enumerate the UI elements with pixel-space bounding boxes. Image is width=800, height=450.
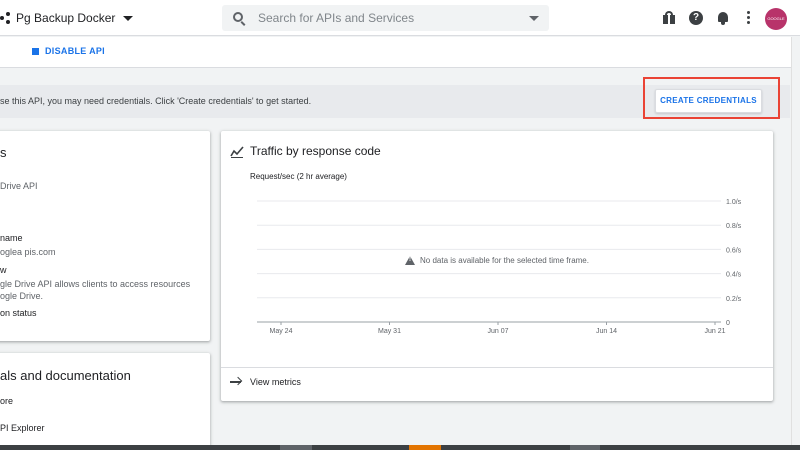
docs-link-learn-more[interactable]: ore: [0, 396, 13, 406]
chevron-down-icon: [123, 15, 134, 21]
activation-status-label: on status: [0, 308, 37, 318]
view-metrics-label: View metrics: [250, 377, 301, 387]
x-tick-label: Jun 07: [487, 328, 508, 335]
stop-square-icon: [32, 47, 39, 55]
y-tick-label: 0.2/s: [726, 296, 742, 303]
top-bar: Pg Backup Docker ? GOOGLE: [0, 0, 800, 36]
traffic-chart: 1.0/s 0.8/s 0.6/s 0.4/s 0.2/s 0 May 24 May 31 Ju…: [257, 199, 742, 335]
search-icon: [233, 12, 243, 22]
service-name-label: name: [0, 233, 23, 243]
notifications-bell-icon[interactable]: [716, 11, 730, 25]
search-input[interactable]: [258, 9, 518, 27]
avatar[interactable]: GOOGLE: [765, 8, 787, 30]
api-details-card: s Drive API name oglea pis.com w gle Dri…: [0, 131, 210, 341]
project-selector[interactable]: Pg Backup Docker: [0, 8, 134, 28]
vertical-scrollbar[interactable]: [791, 37, 800, 445]
x-tick-label: May 24: [270, 328, 293, 335]
x-tick-label: Jun 21: [704, 328, 725, 335]
y-tick-label: 0.4/s: [726, 272, 742, 279]
search-bar[interactable]: [222, 5, 549, 31]
warning-icon: [405, 256, 415, 265]
docs-card-title: als and documentation: [0, 368, 131, 383]
banner-text: se this API, you may need credentials. C…: [0, 96, 312, 106]
project-name: Pg Backup Docker: [16, 11, 116, 25]
disable-api-label: DISABLE API: [45, 46, 105, 56]
tutorials-docs-card: als and documentation ore PI Explorer: [0, 353, 210, 450]
overview-label: w: [0, 265, 7, 275]
view-metrics-link[interactable]: View metrics: [230, 376, 301, 387]
y-tick-label: 0.8/s: [726, 223, 742, 230]
y-tick-label: 1.0/s: [726, 199, 742, 206]
service-name-value: oglea pis.com: [0, 247, 56, 257]
taskbar-item-active[interactable]: [409, 445, 441, 450]
card-divider: [221, 367, 773, 368]
no-data-text: No data is available for the selected ti…: [420, 256, 589, 265]
search-dropdown-icon[interactable]: [529, 16, 539, 21]
taskbar-item[interactable]: [570, 445, 600, 450]
product-name-value: Drive API: [0, 181, 38, 191]
details-card-title: s: [0, 145, 7, 160]
help-icon[interactable]: ?: [689, 11, 703, 25]
arrow-forward-icon: [230, 376, 243, 387]
traffic-card: Traffic by response code Request/sec (2 …: [221, 131, 773, 401]
action-bar: DISABLE API: [0, 37, 800, 68]
gift-icon[interactable]: [662, 11, 676, 25]
x-tick-label: May 31: [378, 328, 401, 335]
overview-line-2: ogle Drive.: [0, 291, 44, 301]
disable-api-button[interactable]: DISABLE API: [32, 46, 105, 56]
overview-line-1: gle Drive API allows clients to access r…: [0, 279, 191, 289]
x-tick-label: Jun 14: [596, 328, 617, 335]
y-tick-label: 0.6/s: [726, 247, 742, 254]
y-tick-label: 0: [726, 320, 730, 327]
docs-link-api-explorer[interactable]: PI Explorer: [0, 423, 45, 433]
more-vert-icon[interactable]: [742, 11, 754, 25]
create-credentials-button[interactable]: CREATE CREDENTIALS: [655, 89, 762, 113]
taskbar: [0, 445, 800, 450]
no-data-message: No data is available for the selected ti…: [405, 256, 589, 265]
taskbar-item[interactable]: [280, 445, 312, 450]
project-hub-icon: [0, 12, 12, 24]
